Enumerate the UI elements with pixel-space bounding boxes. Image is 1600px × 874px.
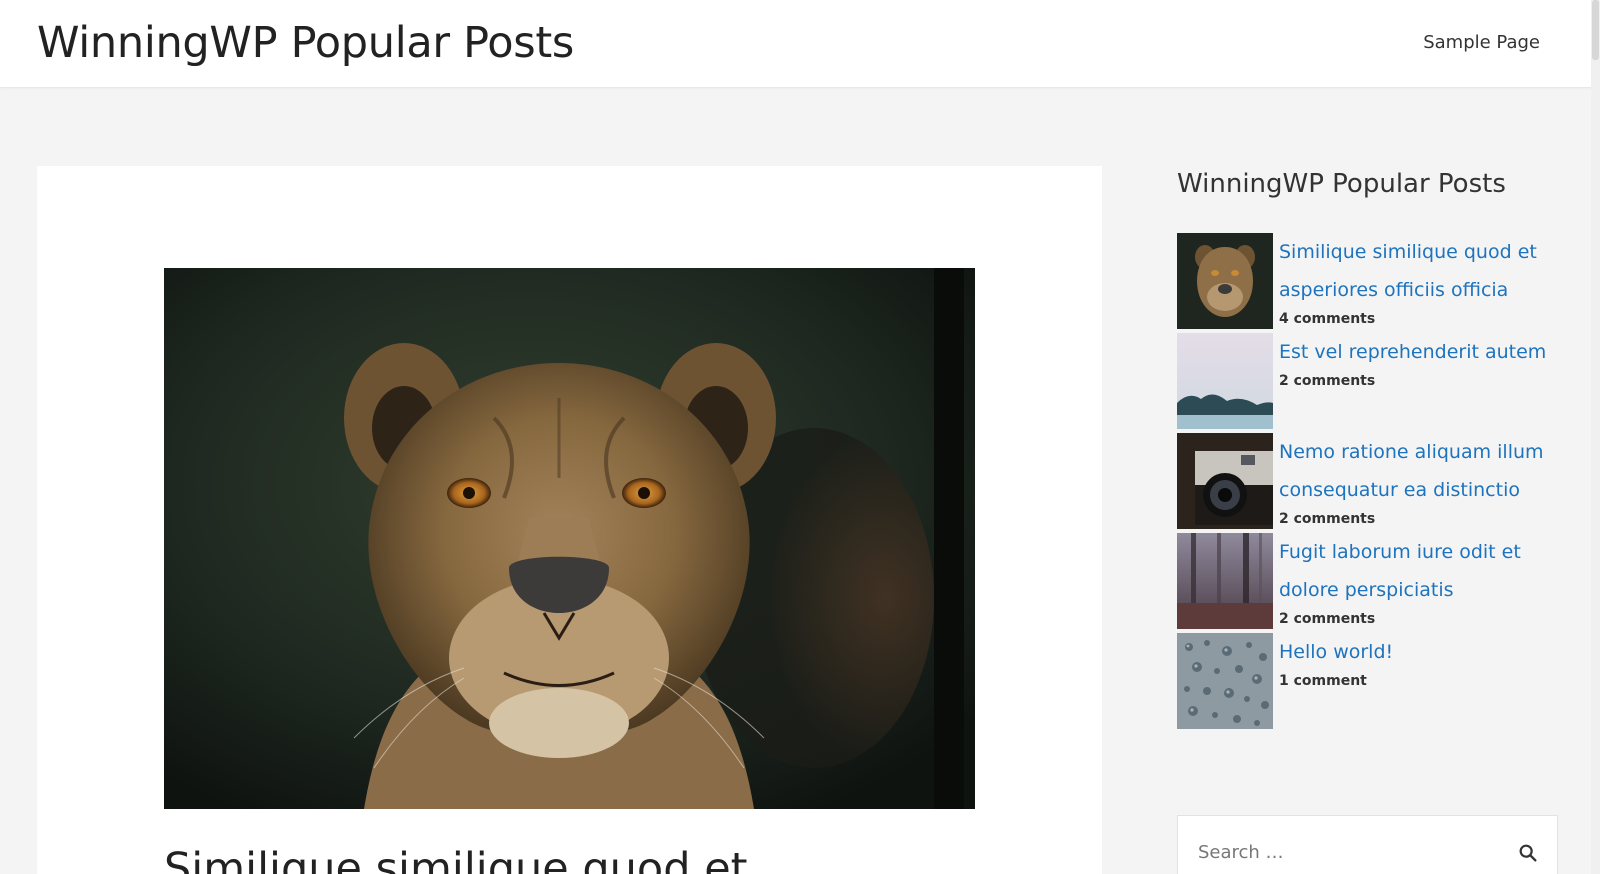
site-title[interactable]: WinningWP Popular Posts [37,18,574,68]
list-item: Hello world! 1 comment [1177,633,1557,729]
post-text: Nemo ratione aliquam illum consequatur e… [1273,433,1553,529]
water-drops-thumb [1177,633,1273,729]
list-item: Similique similique quod et asperiores o… [1177,233,1557,329]
forest-thumb [1177,533,1273,629]
comment-count: 1 comment [1279,673,1367,689]
post-thumbnail[interactable] [1177,333,1273,429]
article-title[interactable]: Similique similique quod et [164,844,748,874]
post-thumbnail[interactable] [1177,533,1273,629]
post-text: Hello world! 1 comment [1273,633,1553,691]
popular-post-link[interactable]: Similique similique quod et asperiores o… [1279,233,1553,309]
page-scrollbar[interactable] [1591,0,1600,874]
post-thumbnail[interactable] [1177,433,1273,529]
comment-count: 4 comments [1279,311,1376,327]
misty-lake-thumb [1177,333,1273,429]
scrollbar-thumb[interactable] [1592,0,1599,60]
nav-link-sample-page[interactable]: Sample Page [1423,32,1540,53]
search-input[interactable] [1198,842,1478,863]
search-form [1177,815,1558,874]
post-text: Est vel reprehenderit autem 2 comments [1273,333,1553,391]
post-thumbnail[interactable] [1177,233,1273,329]
search-icon [1519,844,1537,862]
list-item: Nemo ratione aliquam illum consequatur e… [1177,433,1557,529]
search-button[interactable] [1516,842,1540,866]
popular-post-link[interactable]: Est vel reprehenderit autem [1279,333,1553,371]
post-thumbnail[interactable] [1177,633,1273,729]
popular-post-link[interactable]: Nemo ratione aliquam illum consequatur e… [1279,433,1553,509]
popular-posts-list: Similique similique quod et asperiores o… [1177,233,1557,733]
article-card: Similique similique quod et [37,166,1102,874]
post-text: Similique similique quod et asperiores o… [1273,233,1553,329]
site-header: WinningWP Popular Posts Sample Page [0,0,1600,88]
featured-image[interactable] [164,268,975,809]
comment-count: 2 comments [1279,511,1376,527]
lioness-thumb [1177,233,1273,329]
post-text: Fugit laborum iure odit et dolore perspi… [1273,533,1553,629]
comment-count: 2 comments [1279,611,1376,627]
list-item: Est vel reprehenderit autem 2 comments [1177,333,1557,429]
lioness-illustration [164,268,975,809]
widget-title: WinningWP Popular Posts [1177,169,1506,199]
list-item: Fugit laborum iure odit et dolore perspi… [1177,533,1557,629]
comment-count: 2 comments [1279,373,1376,389]
popular-post-link[interactable]: Fugit laborum iure odit et dolore perspi… [1279,533,1553,609]
camera-thumb [1177,433,1273,529]
popular-post-link[interactable]: Hello world! [1279,633,1553,671]
